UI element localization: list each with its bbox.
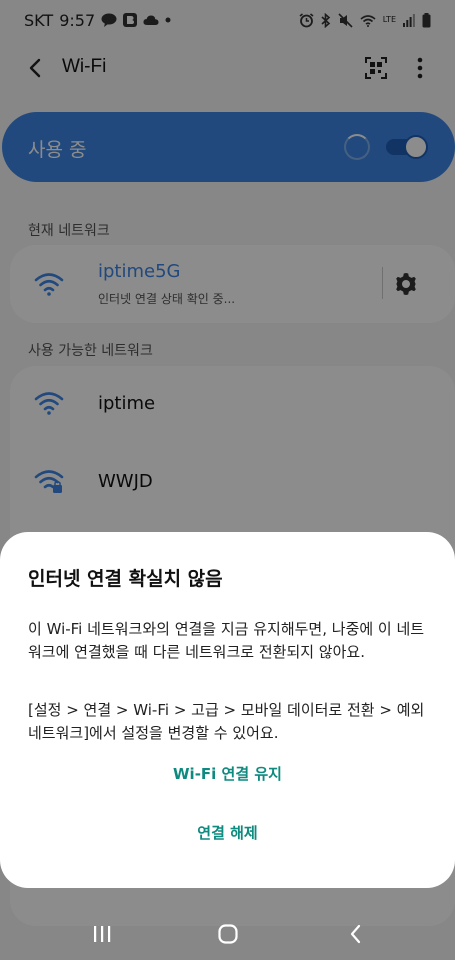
dialog-title: 인터넷 연결 확실치 않음 <box>28 568 223 590</box>
keep-wifi-button[interactable]: Wi-Fi 연결 유지 <box>0 763 455 784</box>
back-nav-icon[interactable] <box>344 922 368 946</box>
disconnect-button[interactable]: 연결 해제 <box>0 822 455 843</box>
unstable-connection-dialog: 인터넷 연결 확실치 않음 이 Wi-Fi 네트워크와의 연결을 지금 유지해두… <box>0 532 455 888</box>
recent-apps-icon[interactable] <box>90 922 114 946</box>
dialog-settings-path: [설정 > 연결 > Wi-Fi > 고급 > 모바일 데이터로 전환 > 예외… <box>28 701 425 742</box>
navigation-bar <box>0 906 455 960</box>
home-icon[interactable] <box>216 922 240 946</box>
dialog-message: 이 Wi-Fi 네트워크와의 연결을 지금 유지해두면, 나중에 이 네트워크에… <box>28 620 425 661</box>
